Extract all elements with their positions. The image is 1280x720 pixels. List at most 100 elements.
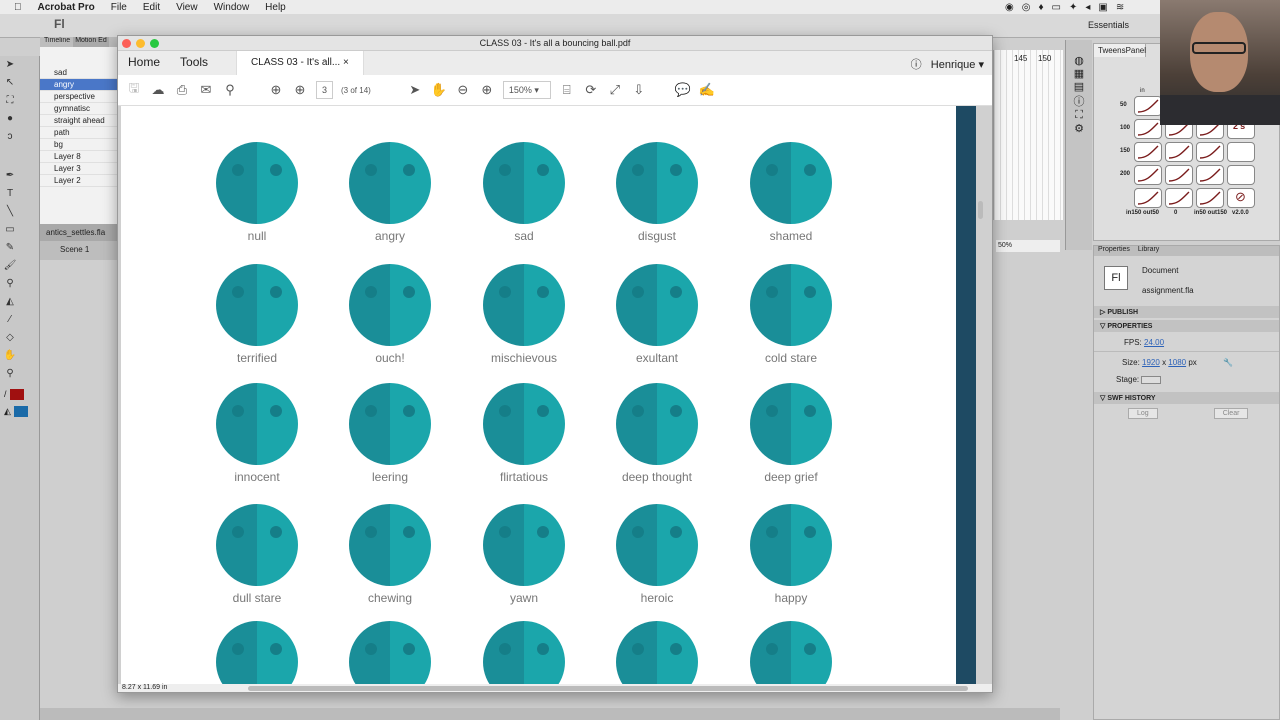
lasso-tool[interactable]: ↄ [3,131,17,143]
fill-color-swatch[interactable] [13,406,28,417]
zoom-button[interactable] [150,39,159,48]
home-tab[interactable]: Home [118,55,170,75]
tween-preset-button[interactable] [1165,188,1193,208]
menu-file[interactable]: File [111,2,127,13]
properties-section[interactable]: ▽ PROPERTIES [1094,320,1279,332]
zoom-out-icon[interactable]: ⊖ [455,82,471,98]
layer-row[interactable]: Layer 3 [40,163,119,175]
clear-button[interactable]: Clear [1213,408,1249,419]
close-button[interactable] [122,39,131,48]
log-button[interactable]: Log [1128,408,1158,419]
menu-view[interactable]: View [176,2,198,13]
layer-row[interactable]: gymnatisc [40,103,119,115]
swf-history-section[interactable]: ▽ SWF HISTORY [1094,392,1279,404]
tween-preset-button[interactable] [1134,188,1162,208]
tween-preset-button[interactable] [1196,188,1224,208]
tween-preset-button[interactable]: ⊘ [1227,188,1255,208]
help-icon[interactable]: ⓘ [911,59,922,71]
tween-preset-button[interactable] [1134,96,1162,116]
publish-section[interactable]: ▷ PUBLISH [1094,306,1279,318]
print-icon[interactable]: ⎙ [174,82,190,98]
eraser-tool[interactable]: ◇ [3,332,17,344]
email-icon[interactable]: ✉ [198,82,214,98]
save-icon[interactable]: 🖫 [126,79,142,101]
rotate-icon[interactable]: ⟳ [583,82,599,98]
3d-tool[interactable]: ● [3,113,17,125]
width-value[interactable]: 1920 [1142,358,1160,367]
upload-icon[interactable]: ☁ [150,82,166,98]
eyedropper-tool[interactable]: ⁄ [3,314,17,326]
zoom-in-icon[interactable]: ⊕ [479,82,495,98]
prev-page-icon[interactable]: ⊕ [268,82,284,98]
motion-editor-tab[interactable]: Motion Ed [73,37,109,47]
scroll-mode-icon[interactable]: ⇩ [631,82,647,98]
sign-icon[interactable]: ✍ [699,82,715,98]
bone-tool[interactable]: ⚲ [3,278,17,290]
tween-preset-button[interactable] [1196,142,1224,162]
properties-tab[interactable]: Properties [1098,246,1130,256]
stage-scrollbar[interactable] [40,708,1060,720]
layer-row[interactable]: angry [40,79,119,91]
rect-tool[interactable]: ▭ [3,224,17,236]
layer-row[interactable]: Layer 8 [40,151,119,163]
timeline-ruler[interactable]: 145 150 [993,50,1063,220]
fullscreen-icon[interactable]: ⤢ [607,82,623,98]
hand-tool-icon[interactable]: ✋ [431,82,447,98]
zoom-tool[interactable]: ⚲ [3,368,17,380]
user-menu[interactable]: ⓘ Henrique ▾ [911,56,984,72]
transform-tool[interactable]: ⛶ [3,95,17,107]
info-icon[interactable]: ⓘ [1066,93,1092,109]
layer-row[interactable]: straight ahead [40,115,119,127]
text-tool[interactable]: T [3,188,17,200]
subselect-tool[interactable]: ↖ [3,77,17,89]
tweens-tab[interactable]: TweensPanel [1094,44,1146,57]
document-view[interactable]: null angry sad disgust shamed terrified ouch! m… [118,106,992,686]
fps-value[interactable]: 24.00 [1144,338,1164,347]
tween-preset-button[interactable] [1196,165,1224,185]
layer-row[interactable]: bg [40,139,119,151]
status-icons[interactable]: ◉◎♦▭✦◂▣≋ [1005,2,1132,13]
stage-color-swatch[interactable] [1141,375,1162,384]
fit-page-icon[interactable]: ⌸ [559,82,575,98]
document-tab[interactable]: CLASS 03 - It's all... × [236,51,364,75]
tween-preset-button[interactable] [1165,165,1193,185]
close-tab-icon[interactable]: × [343,57,349,68]
comment-icon[interactable]: 💬 [675,82,691,98]
bucket-tool[interactable]: ◭ [3,296,17,308]
hand-tool[interactable]: ✋ [3,350,17,362]
scene-label[interactable]: Scene 1 [40,241,120,258]
workspace-switcher[interactable]: Essentials [1088,20,1129,30]
horizontal-scrollbar[interactable] [248,686,968,691]
search-icon[interactable]: ⚲ [222,82,238,98]
tween-preset-button[interactable] [1134,119,1162,139]
apple-icon[interactable]:  [14,2,22,13]
tween-preset-button[interactable] [1134,165,1162,185]
tools-tab[interactable]: Tools [170,55,218,75]
tween-preset-button[interactable] [1227,142,1255,162]
next-page-icon[interactable]: ⊕ [292,82,308,98]
minimize-button[interactable] [136,39,145,48]
menu-app[interactable]: Acrobat Pro [38,2,95,13]
transform-icon[interactable]: ⛶ [1066,109,1092,122]
layer-row[interactable]: sad [40,67,119,79]
wrench-icon[interactable]: 🔧 [1223,358,1233,367]
color-icon[interactable]: ◍ [1066,54,1092,67]
selection-tool[interactable]: ➤ [3,59,17,71]
brush-tool[interactable]: 🖌 [3,260,17,272]
tween-preset-button[interactable] [1134,142,1162,162]
vertical-scrollbar[interactable] [978,201,983,219]
page-number-input[interactable]: 3 [316,81,334,99]
components-icon[interactable]: ⚙ [1066,122,1092,135]
stroke-color-swatch[interactable] [9,389,24,400]
timeline-tab[interactable]: Timeline [44,37,70,47]
line-tool[interactable]: ╲ [3,206,17,218]
menu-edit[interactable]: Edit [143,2,160,13]
align-icon[interactable]: ▤ [1066,80,1092,93]
tween-preset-button[interactable] [1165,142,1193,162]
layer-row[interactable]: path [40,127,119,139]
pencil-tool[interactable]: ✎ [3,242,17,254]
swatches-icon[interactable]: ▦ [1066,67,1092,80]
tween-preset-button[interactable] [1227,165,1255,185]
zoom-select[interactable]: 50% [996,240,1060,252]
height-value[interactable]: 1080 [1168,358,1186,367]
